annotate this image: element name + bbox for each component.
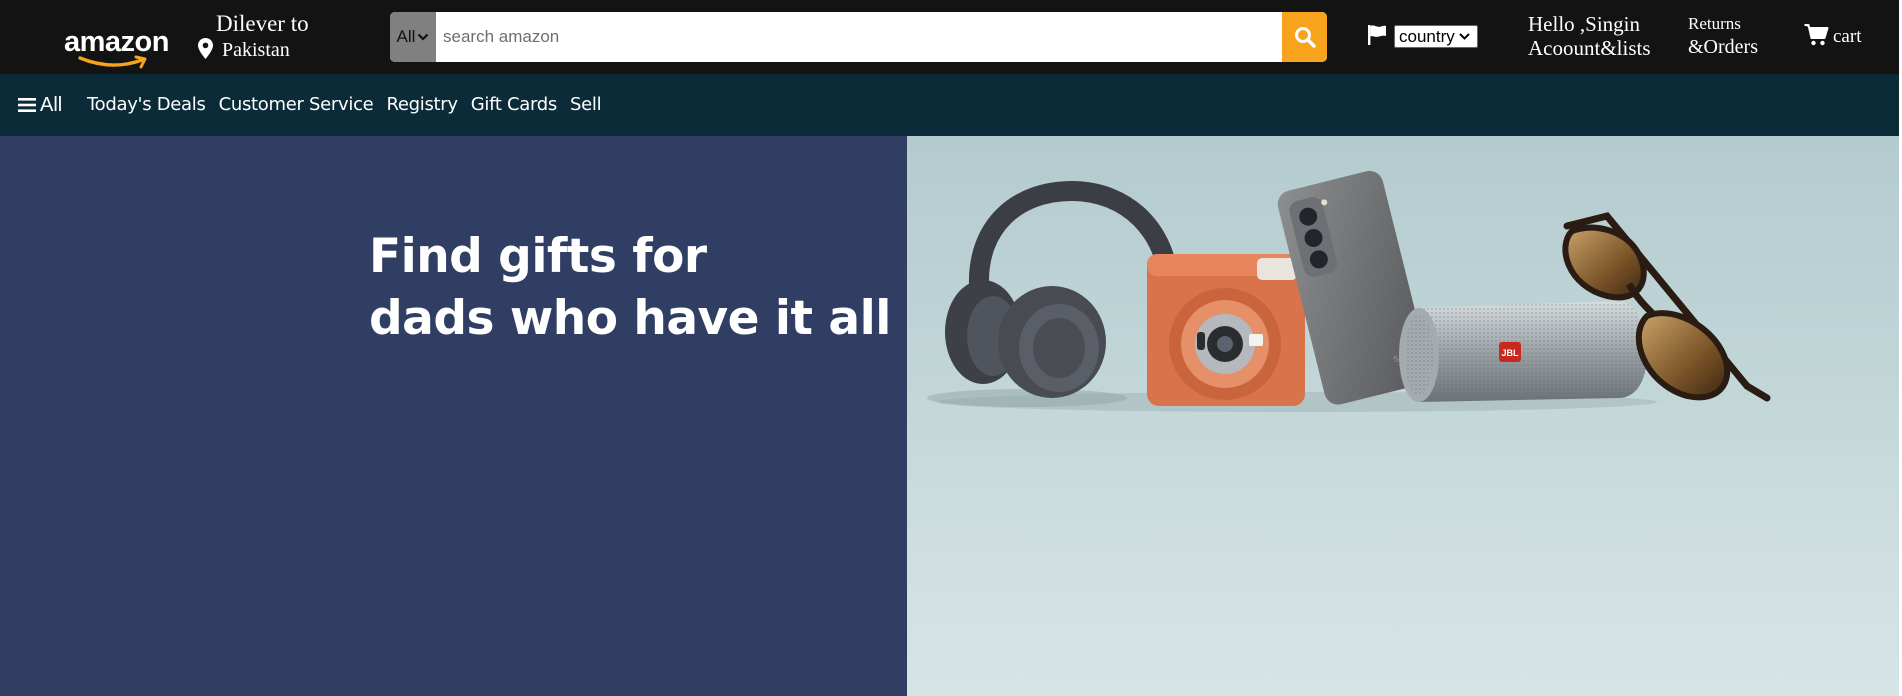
returns-label: Returns	[1688, 14, 1741, 33]
chevron-down-icon	[1459, 33, 1470, 40]
nav-all-label: All	[40, 94, 63, 116]
chevron-down-icon	[418, 33, 429, 41]
search-icon	[1294, 27, 1316, 48]
orders-label: &Orders	[1688, 36, 1758, 58]
search-bar: All	[390, 12, 1327, 62]
country-select[interactable]: country	[1394, 25, 1478, 48]
nav-link-sell[interactable]: Sell	[570, 93, 602, 117]
cart-label: cart	[1833, 26, 1862, 47]
deliver-to-label: Dilever to	[216, 11, 309, 36]
nav-link-registry[interactable]: Registry	[386, 93, 458, 117]
nav-link-todays-deals[interactable]: Today's Deals	[87, 93, 206, 117]
logo-text: amazon	[64, 26, 169, 58]
speaker-brand-label: JBL	[1501, 348, 1519, 358]
hero-title-line2: dads who have it all	[369, 291, 891, 346]
location-pin-icon	[198, 38, 213, 59]
nav-bar: All Today's Deals Customer Service Regis…	[0, 74, 1899, 136]
flag-icon	[1368, 25, 1386, 45]
hero-banner-text-panel[interactable]: Find gifts for dads who have it all	[0, 136, 907, 696]
bluetooth-speaker-illustration: JBL	[1399, 301, 1647, 402]
search-category-label: All	[396, 27, 416, 46]
account-lists-label: Acoount&lists	[1528, 36, 1651, 60]
headphones-illustration	[945, 180, 1179, 398]
nav-link-gift-cards[interactable]: Gift Cards	[471, 93, 558, 117]
country-select-value: country	[1399, 27, 1455, 46]
amazon-logo[interactable]: amazon	[64, 28, 170, 72]
deliver-country: Pakistan	[222, 39, 290, 61]
cart-icon	[1804, 24, 1829, 46]
nav-all-menu-button[interactable]: All	[18, 93, 62, 117]
search-input[interactable]	[436, 12, 1282, 62]
hero-title: Find gifts for dads who have it all	[369, 226, 891, 350]
logo-smile-icon	[78, 55, 147, 69]
instant-camera-illustration	[1147, 254, 1305, 406]
search-button[interactable]	[1282, 12, 1327, 62]
hero-products-image: SAMSUNG JBL	[927, 170, 1771, 412]
account-greeting: Hello ,Singin	[1528, 12, 1641, 36]
nav-link-customer-service[interactable]: Customer Service	[219, 93, 374, 117]
hero-banner-image[interactable]: SAMSUNG JBL	[907, 136, 1899, 696]
nav-links: Today's Deals Customer Service Registry …	[87, 93, 602, 117]
top-header: amazon Dilever to Pakistan All search am…	[0, 0, 1899, 74]
hamburger-menu-icon	[18, 98, 36, 112]
hero-title-line1: Find gifts for	[369, 229, 707, 284]
search-category-select[interactable]: All	[390, 12, 436, 62]
